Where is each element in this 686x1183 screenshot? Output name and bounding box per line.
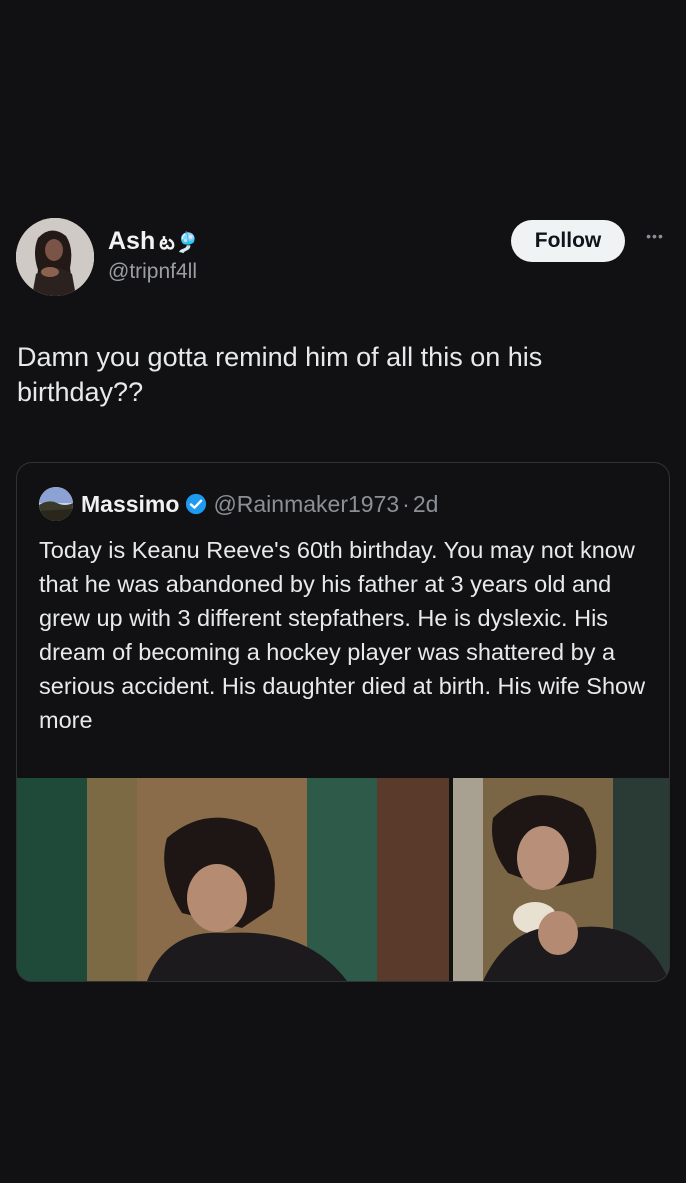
name-emoji: ట🎐 (159, 232, 200, 254)
photo-man-sitting-icon[interactable] (17, 778, 449, 981)
quote-timestamp[interactable]: 2d (413, 491, 439, 518)
post: Ash ట🎐 @tripnf4ll Follow ••• Damn you got… (0, 0, 686, 1183)
quote-text: Today is Keanu Reeve's 60th birthday. Yo… (39, 537, 646, 733)
quote-media[interactable] (17, 778, 669, 981)
landscape-avatar-icon (39, 487, 73, 521)
post-text: Damn you gotta remind him of all this on… (17, 342, 543, 407)
quote-avatar (39, 487, 73, 521)
avatar-photo-icon (16, 218, 94, 296)
follow-button[interactable]: Follow (511, 220, 625, 262)
quote-separator: · (402, 490, 410, 517)
quoted-post-card[interactable]: Massimo @Rainmaker1973 · 2d Today is Kea… (16, 462, 670, 982)
verified-badge-icon (185, 493, 207, 515)
quote-author-name[interactable]: Massimo (81, 491, 179, 518)
avatar[interactable] (16, 218, 94, 296)
author-display-name[interactable]: Ash ట🎐 (108, 227, 200, 259)
author-handle[interactable]: @tripnf4ll (108, 260, 197, 284)
quote-header: Massimo @Rainmaker1973 · 2d (81, 489, 438, 519)
photo-man-eating-icon[interactable] (453, 778, 669, 981)
quote-author-handle[interactable]: @Rainmaker1973 (213, 491, 399, 518)
more-options-icon[interactable]: ••• (640, 228, 670, 252)
